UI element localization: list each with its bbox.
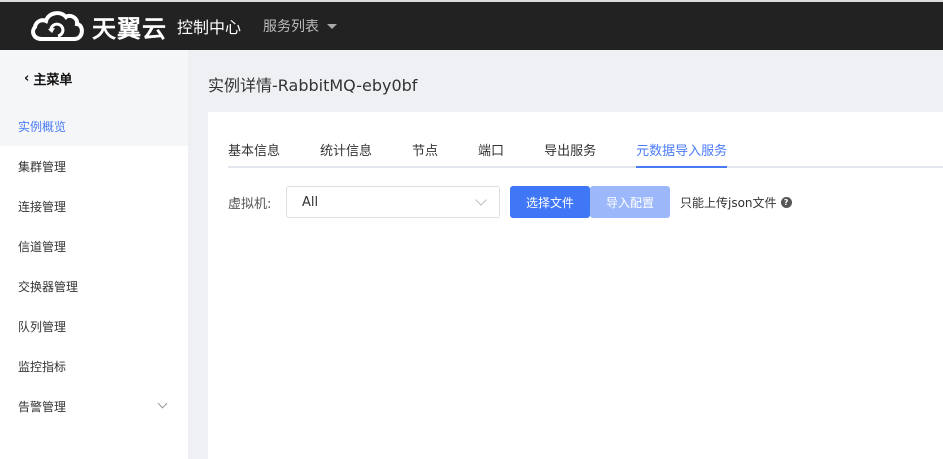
- chevron-down-icon: [475, 194, 487, 206]
- console-link[interactable]: 控制中心: [177, 14, 241, 38]
- sidebar-item-label: 实例概览: [18, 119, 67, 134]
- brand-name: 天翼云: [92, 14, 167, 43]
- sidebar-item-label: 连接管理: [18, 199, 67, 214]
- tab-basic-info[interactable]: 基本信息: [228, 132, 280, 168]
- sidebar-item-label: 告警管理: [18, 399, 67, 414]
- back-to-main-menu[interactable]: ‹ 主菜单: [0, 50, 188, 106]
- sidebar-item-cluster[interactable]: 集群管理: [0, 146, 188, 186]
- vhost-value: All: [302, 194, 319, 210]
- sidebar-item-label: 交换器管理: [18, 279, 79, 294]
- sidebar-item-channels[interactable]: 信道管理: [0, 226, 188, 266]
- import-config-button[interactable]: 导入配置: [590, 186, 670, 218]
- sidebar-item-label: 监控指标: [18, 359, 67, 374]
- caret-down-icon: [327, 23, 338, 29]
- logo[interactable]: 天翼云: [28, 9, 167, 44]
- tab-export[interactable]: 导出服务: [544, 132, 596, 168]
- sidebar-item-overview[interactable]: 实例概览: [0, 106, 188, 146]
- sidebar-item-label: 集群管理: [18, 159, 67, 174]
- sidebar-item-label: 队列管理: [18, 319, 67, 334]
- service-list-label: 服务列表: [263, 19, 320, 35]
- tab-metadata-import[interactable]: 元数据导入服务: [636, 132, 728, 168]
- tab-statistics[interactable]: 统计信息: [320, 132, 372, 168]
- hint-text: 只能上传json文件: [680, 195, 777, 210]
- back-label: 主菜单: [33, 72, 73, 88]
- top-bar: 天翼云 控制中心 服务列表: [0, 0, 943, 50]
- page-title: 实例详情-RabbitMQ-eby0bf: [208, 76, 418, 95]
- sidebar-item-label: 信道管理: [18, 239, 67, 254]
- sidebar-item-connections[interactable]: 连接管理: [0, 186, 188, 226]
- chevron-left-icon: ‹: [24, 70, 30, 86]
- import-form: 虚拟机: All 选择文件 导入配置 只能上传json文件?: [228, 186, 792, 218]
- tab-nodes[interactable]: 节点: [412, 132, 438, 168]
- sidebar-item-monitoring[interactable]: 监控指标: [0, 346, 188, 386]
- sidebar-item-queues[interactable]: 队列管理: [0, 306, 188, 346]
- help-icon[interactable]: ?: [780, 196, 792, 208]
- vhost-label: 虚拟机:: [228, 196, 272, 212]
- vhost-select[interactable]: All: [286, 186, 500, 218]
- service-list-dropdown[interactable]: 服务列表: [263, 16, 338, 36]
- tab-ports[interactable]: 端口: [478, 132, 504, 168]
- tab-bar: 基本信息 统计信息 节点 端口 导出服务 元数据导入服务: [228, 132, 943, 168]
- sidebar-item-alarms[interactable]: 告警管理: [0, 386, 188, 426]
- sidebar: ‹ 主菜单 实例概览 集群管理 连接管理 信道管理 交换器管理 队列管理 监控指标…: [0, 50, 188, 459]
- upload-hint: 只能上传json文件?: [680, 194, 792, 211]
- content-card: 基本信息 统计信息 节点 端口 导出服务 元数据导入服务 虚拟机: All 选择…: [208, 112, 943, 459]
- sidebar-item-exchanges[interactable]: 交换器管理: [0, 266, 188, 306]
- cloud-logo-icon: [31, 11, 84, 41]
- choose-file-button[interactable]: 选择文件: [510, 186, 590, 218]
- chevron-down-icon: [157, 398, 168, 409]
